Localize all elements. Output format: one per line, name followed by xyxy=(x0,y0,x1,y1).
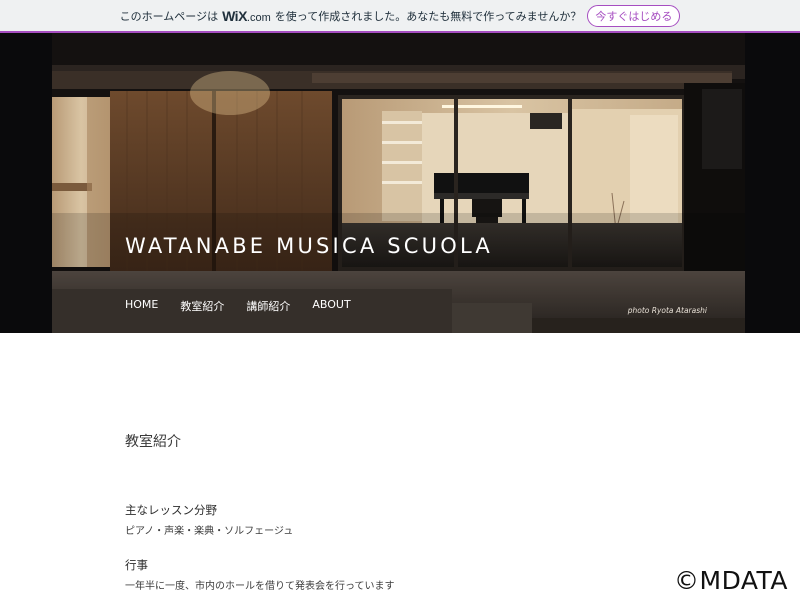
lesson-fields-text: ピアノ・声楽・楽典・ソルフェージュ xyxy=(125,526,294,537)
lesson-fields-heading: 主なレッスン分野 xyxy=(125,503,217,517)
photo-credit: photo Ryota Atarashi xyxy=(627,306,707,315)
section-title: 教室紹介 xyxy=(125,434,181,450)
events-text: 一年半に一度、市内のホールを借りて発表会を行っています xyxy=(125,581,395,592)
watermark: ©MDATA xyxy=(674,566,788,595)
wix-promo-pre-text: このホームページは xyxy=(119,9,219,23)
main-nav: HOME 教室紹介 講師紹介 ABOUT xyxy=(125,298,373,314)
nav-item-home[interactable]: HOME xyxy=(125,298,158,314)
wix-logo-main: WiX xyxy=(222,7,247,24)
wix-logo[interactable]: WiX .com xyxy=(222,8,271,24)
site-title: WATANABE MUSICA SCUOLA xyxy=(125,234,493,258)
wix-promo-post-text: を使って作成されました。あなたも無料で作ってみませんか？ xyxy=(274,9,582,23)
start-now-button[interactable]: 今すぐはじめる xyxy=(587,4,681,27)
wix-promo-bar: このホームページは WiX .com を使って作成されました。あなたも無料で作っ… xyxy=(0,0,800,33)
nav-item-about[interactable]: ABOUT xyxy=(312,298,350,314)
hero-section: WATANABE MUSICA SCUOLA HOME 教室紹介 講師紹介 AB… xyxy=(0,33,800,333)
nav-item-school-intro[interactable]: 教室紹介 xyxy=(180,298,224,314)
hero-photo: WATANABE MUSICA SCUOLA HOME 教室紹介 講師紹介 AB… xyxy=(52,33,745,333)
wix-logo-suffix: .com xyxy=(246,11,271,24)
piano-studio-photo xyxy=(52,33,745,333)
nav-item-teacher-intro[interactable]: 講師紹介 xyxy=(246,298,290,314)
events-heading: 行事 xyxy=(125,558,148,572)
